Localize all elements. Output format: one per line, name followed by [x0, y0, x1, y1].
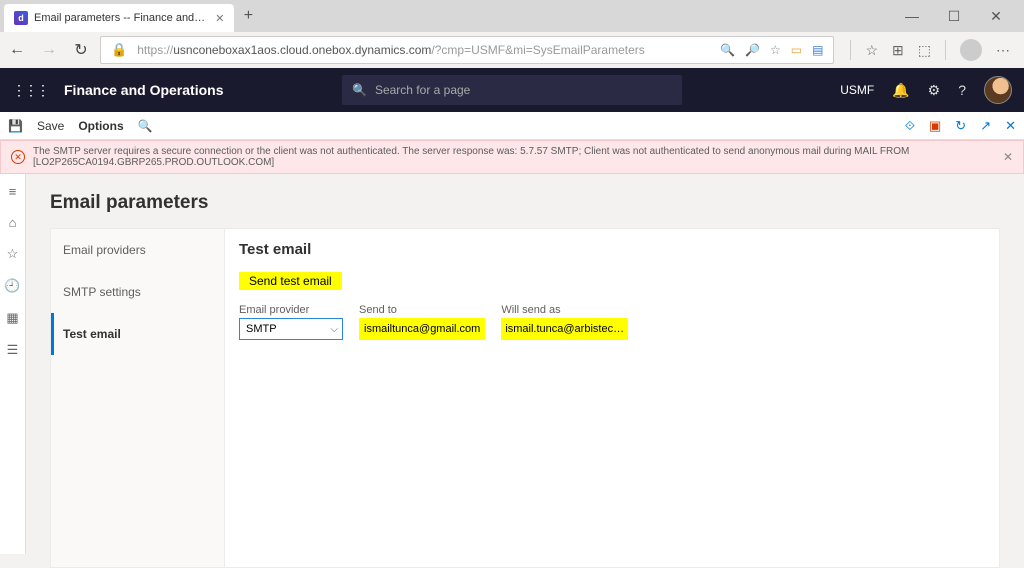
sidebar-item-smtp-settings[interactable]: SMTP settings	[51, 271, 224, 313]
lock-icon: 🔒	[111, 42, 127, 58]
link-icon[interactable]: ⟐	[905, 118, 915, 134]
company-code[interactable]: USMF	[840, 83, 874, 97]
extensions-icon[interactable]: ⊞	[892, 42, 904, 59]
error-text: The SMTP server requires a secure connec…	[33, 146, 995, 168]
profile-avatar[interactable]	[960, 39, 982, 61]
browser-menu-icon[interactable]: ⋯	[996, 42, 1010, 59]
nav-forward-button: →	[40, 41, 58, 59]
bell-icon[interactable]: 🔔	[892, 82, 909, 99]
zoom-out-icon[interactable]: 🔎	[745, 43, 760, 57]
office-icon[interactable]: ▣	[929, 118, 941, 134]
will-send-as-label: Will send as	[501, 304, 628, 316]
address-bar[interactable]: 🔒 https://usnconeboxax1aos.cloud.onebox.…	[100, 36, 834, 64]
error-icon: ✕	[11, 150, 25, 164]
error-banner: ✕ The SMTP server requires a secure conn…	[0, 140, 1024, 174]
star-icon[interactable]: ☆	[770, 43, 781, 57]
tab-title: Email parameters -- Finance and…	[34, 12, 205, 24]
app-icon: d	[14, 11, 28, 25]
window-close-button[interactable]: ✕	[976, 2, 1016, 30]
window-maximize-button[interactable]: ☐	[934, 2, 974, 30]
app-title: Finance and Operations	[64, 82, 223, 98]
reader-icon[interactable]: ▤	[812, 43, 823, 57]
nav-refresh-button[interactable]: ↻	[72, 40, 90, 60]
search-icon: 🔍	[352, 83, 367, 97]
email-provider-label: Email provider	[239, 304, 343, 316]
collections-icon[interactable]: ▭	[791, 43, 802, 57]
nav-back-button[interactable]: ←	[8, 41, 26, 59]
rail-menu-icon[interactable]: ≡	[9, 184, 17, 199]
rail-recent-icon[interactable]: 🕘	[4, 278, 20, 294]
downloads-icon[interactable]: ⬚	[918, 42, 931, 59]
zoom-in-icon[interactable]: 🔍	[720, 43, 735, 57]
side-nav: Email providers SMTP settings Test email	[50, 228, 225, 568]
search-placeholder: Search for a page	[375, 83, 470, 97]
rail-workspaces-icon[interactable]: ▦	[6, 310, 18, 326]
window-minimize-button[interactable]: —	[892, 2, 932, 30]
send-test-email-button[interactable]: Send test email	[239, 272, 342, 290]
sidebar-item-email-providers[interactable]: Email providers	[51, 229, 224, 271]
user-avatar[interactable]	[984, 76, 1012, 104]
send-to-input[interactable]: ismailtunca@gmail.com	[359, 318, 485, 340]
save-button[interactable]: Save	[37, 119, 64, 133]
rail-home-icon[interactable]: ⌂	[9, 215, 17, 230]
email-provider-select[interactable]: SMTP	[239, 318, 343, 340]
new-tab-button[interactable]: +	[234, 2, 262, 30]
rail-modules-icon[interactable]: ☰	[7, 342, 19, 358]
favorites-icon[interactable]: ☆	[865, 42, 878, 59]
will-send-as-value: ismail.tunca@arbistec…	[501, 318, 628, 340]
help-icon[interactable]: ?	[958, 82, 966, 98]
save-icon: 💾	[8, 119, 23, 133]
options-button[interactable]: Options	[78, 119, 123, 133]
left-rail: ≡ ⌂ ☆ 🕘 ▦ ☰	[0, 174, 26, 554]
find-icon[interactable]: 🔍	[138, 119, 153, 133]
banner-close-icon[interactable]: ✕	[1003, 150, 1013, 164]
page-title: Email parameters	[50, 192, 1000, 214]
url-text: https://usnconeboxax1aos.cloud.onebox.dy…	[137, 43, 710, 57]
send-to-label: Send to	[359, 304, 485, 316]
popout-icon[interactable]: ↗	[980, 118, 991, 134]
content-panel: Test email Send test email Email provide…	[225, 228, 1000, 568]
refresh-icon[interactable]: ↻	[955, 118, 966, 134]
gear-icon[interactable]: ⚙	[928, 82, 941, 99]
rail-star-icon[interactable]: ☆	[7, 246, 19, 262]
panel-title: Test email	[239, 241, 985, 258]
close-form-icon[interactable]: ✕	[1005, 118, 1016, 134]
search-input[interactable]: 🔍 Search for a page	[342, 75, 682, 105]
sidebar-item-test-email[interactable]: Test email	[51, 313, 224, 355]
browser-tab[interactable]: d Email parameters -- Finance and… ✕	[4, 4, 234, 32]
tab-close-icon[interactable]: ✕	[215, 12, 224, 25]
waffle-icon[interactable]: ⋮⋮⋮	[12, 82, 48, 99]
